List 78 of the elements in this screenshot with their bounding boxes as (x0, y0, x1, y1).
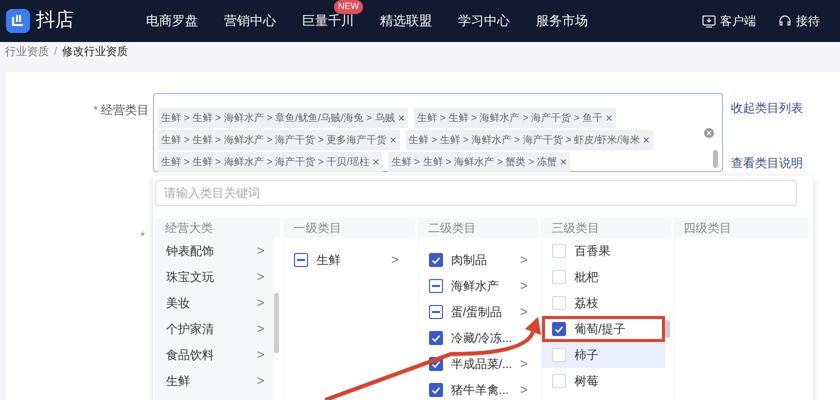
field-label: 经营类目 (101, 102, 149, 119)
column-title: 四级类目 (682, 220, 733, 237)
headset-icon (778, 14, 792, 28)
category-tag: 生鲜 > 生鲜 > 海鲜水产 > 海产干货 > 更多海产干货 × (158, 130, 400, 150)
header-action[interactable]: 客户端 (702, 12, 756, 30)
category-item[interactable]: 个护家清 > (156, 316, 274, 342)
monitor-icon (702, 14, 716, 28)
scrollbar-thumb (664, 320, 670, 338)
logo-text: 抖店 (36, 8, 74, 33)
category-tag: 生鲜 > 生鲜 > 海鲜水产 > 海产干货 > 虾皮/虾米/海米 × (406, 130, 653, 150)
dash-icon (297, 259, 306, 261)
tag-close-button[interactable]: × (390, 131, 397, 149)
tag-close-button[interactable]: × (606, 109, 613, 127)
link[interactable]: 查看类目说明 (731, 154, 803, 172)
header-action[interactable]: 接待 (778, 12, 820, 30)
breadcrumb-separator: / (54, 44, 58, 60)
new-badge: NEW (334, 0, 363, 14)
nav-link[interactable]: 学习中心 (458, 13, 510, 28)
category-item[interactable]: 生鲜 > (284, 247, 409, 273)
checkbox[interactable] (294, 253, 308, 267)
nav-link[interactable]: 服务市场 (536, 13, 588, 28)
logo-icon (6, 9, 30, 33)
clear-icon[interactable] (704, 128, 714, 138)
tag-input-box[interactable]: 生鲜 > 生鲜 > 海鲜水产 > 章鱼/鱿鱼/乌贼/海兔 > 乌贼 × 生鲜 > 生鲜 > 海鲜水产 > 海产干货 > 鱼干 × 生鲜 > 生鲜 > 海鲜水产 > 海产干货 > 更多海产干货 × 生鲜 > 生鲜 > 海鲜水产 > 海产干货 > 虾皮/虾米/海米 × 生鲜 > 生鲜 > 海鲜水产 > 海产干货 > 干贝/瑶柱 × 生鲜 > 生鲜 > 海鲜水产 > 蟹类 > 冻蟹 × (153, 93, 723, 172)
check-icon (432, 386, 440, 394)
check-icon (555, 326, 564, 332)
link[interactable]: 收起类目列表 (731, 99, 803, 117)
category-item[interactable]: 猪牛羊禽... > (418, 377, 538, 400)
category-item[interactable]: 珠宝文玩 > (156, 264, 274, 290)
checkbox[interactable] (428, 331, 443, 345)
column-title: 二级类目 (426, 220, 477, 237)
tag-close-button[interactable]: × (560, 153, 567, 171)
search-field[interactable]: 请输入类目关键词 (155, 180, 797, 206)
breadcrumb-link[interactable]: 行业资质 (5, 44, 49, 60)
category-item[interactable]: 食品饮料 > (156, 342, 274, 368)
category-item[interactable]: 美妆 > (156, 290, 274, 316)
checkbox[interactable] (428, 253, 443, 267)
column-title: 三级类目 (550, 220, 600, 237)
column-title: 经营大类 (164, 220, 214, 237)
category-item[interactable]: 半成品菜/... > (418, 351, 538, 377)
category-item[interactable]: 肉制品 > (418, 247, 538, 273)
required-mark: * (93, 102, 98, 119)
category-item[interactable]: 荔枝 (542, 290, 665, 316)
tag-close-button[interactable]: × (372, 153, 380, 171)
category-item[interactable]: 蛋/蛋制品 > (418, 299, 538, 325)
category-item[interactable]: 生鲜 > (156, 368, 274, 394)
category-item[interactable]: 百香果 (542, 238, 665, 264)
category-item[interactable]: 海鲜水产 > (418, 273, 538, 299)
category-item[interactable]: 枇杷 (542, 264, 665, 290)
category-tag: 生鲜 > 生鲜 > 海鲜水产 > 海产干货 > 干贝/瑶柱 × (158, 152, 382, 172)
checkbox[interactable] (552, 322, 566, 336)
category-tag: 生鲜 > 生鲜 > 海鲜水产 > 海产干货 > 鱼干 × (414, 108, 616, 128)
checkbox[interactable] (428, 383, 443, 397)
tag-close-button[interactable]: × (398, 109, 405, 127)
column-title: 一级类目 (292, 220, 342, 237)
nav-link[interactable]: 精选联盟 (380, 13, 432, 28)
nav-link[interactable]: 营销中心 (224, 13, 276, 28)
dash-icon (432, 285, 440, 287)
checkbox[interactable] (428, 305, 443, 319)
category-item[interactable]: 钟表配饰 > (156, 238, 274, 264)
tag-close-button[interactable]: × (642, 131, 650, 149)
nav-link[interactable]: 电商罗盘 (146, 13, 198, 28)
check-icon (432, 360, 440, 368)
dash-icon (432, 311, 440, 313)
category-tag: 生鲜 > 生鲜 > 海鲜水产 > 章鱼/鱿鱼/乌贼/海兔 > 乌贼 × (158, 108, 408, 128)
checkbox[interactable] (428, 279, 443, 293)
check-icon (432, 334, 440, 342)
nav-link[interactable]: 巨量千川 (302, 13, 354, 28)
scrollbar-thumb (713, 150, 718, 168)
check-icon (432, 256, 440, 264)
category-item[interactable]: 树莓 (542, 368, 665, 394)
breadcrumb-link[interactable]: 修改行业资质 (62, 44, 128, 60)
category-item[interactable]: 柿子 (542, 342, 665, 368)
category-item[interactable]: 冷藏/冷冻... (418, 325, 538, 351)
scrollbar-thumb (274, 293, 280, 353)
category-tag: 生鲜 > 生鲜 > 海鲜水产 > 蟹类 > 冻蟹 × (388, 152, 570, 172)
category-item[interactable]: 葡萄/提子 (542, 316, 665, 342)
required-mark: * (140, 228, 145, 245)
